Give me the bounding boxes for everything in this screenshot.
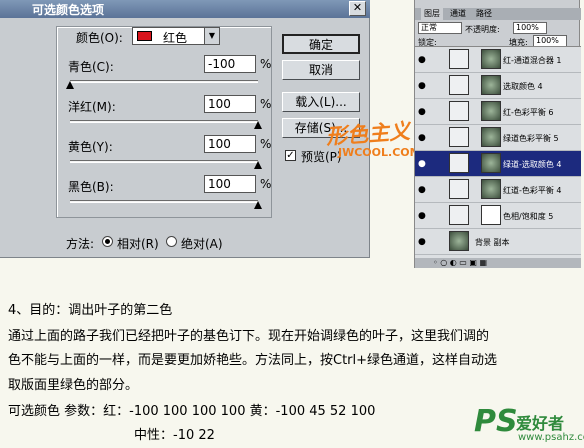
layer-mask-thumbnail (481, 75, 501, 95)
red-swatch (137, 31, 152, 41)
neutral-line: 中性：-10 22 (134, 428, 215, 443)
layer-name: 色相/饱和度 5 (503, 212, 554, 221)
preview-label: 预览(P) (301, 150, 342, 164)
paragraph-line: 色不能与上面的一样，而是要更加娇艳些。方法同上，按Ctrl+绿色通道，这样自动选 (8, 353, 498, 368)
opacity-input[interactable]: 100% (513, 22, 547, 34)
paragraph-line: 通过上面的路子我们已经把叶子的基色订下。现在开始调绿色的叶子，这里我们调的 (8, 329, 490, 344)
black-unit: % (260, 177, 272, 191)
layers-panel: 图层 通道 路径 正常 不透明度: 100% 锁定: 填充: 100% ● 红-通… (414, 0, 581, 268)
yellow-unit: % (260, 137, 272, 151)
magenta-slider-thumb[interactable] (254, 121, 262, 129)
load-button[interactable]: 载入(L)... (282, 92, 360, 112)
yellow-slider[interactable] (70, 160, 258, 163)
tab-paths[interactable]: 路径 (473, 8, 495, 20)
layer-name: 背景 副本 (475, 238, 510, 247)
layer-row[interactable]: ● 绿道色彩平衡 5 (415, 125, 581, 151)
colors-value: 红色 (163, 31, 188, 45)
eye-icon[interactable]: ● (418, 185, 426, 195)
adjustment-icon (449, 205, 469, 225)
black-slider[interactable] (70, 200, 258, 203)
absolute-label: 绝对(A) (181, 237, 223, 251)
layer-row[interactable]: ● 红-通道混合器 1 (415, 47, 581, 73)
adjustment-icon (449, 153, 469, 173)
layer-thumbnail (449, 231, 469, 251)
eye-icon[interactable]: ● (418, 133, 426, 143)
colors-label: 颜色(O): (76, 31, 123, 45)
absolute-radio[interactable] (166, 236, 177, 247)
layer-row[interactable]: ● 红-色彩平衡 6 (415, 99, 581, 125)
cyan-unit: % (260, 57, 272, 71)
colors-dropdown[interactable]: 红色 ▼ (132, 27, 220, 45)
black-label: 黑色(B): (68, 180, 114, 194)
panel-footer-icons[interactable]: ◦ ○ ◐ ▭ ▣ ▦ (415, 258, 581, 268)
layer-row[interactable]: ● 背景 副本 (415, 229, 581, 255)
adjustment-icon (449, 127, 469, 147)
site-url: www.psahz.com (518, 432, 584, 443)
layer-mask-thumbnail (481, 101, 501, 121)
adjustment-icon (449, 101, 469, 121)
site-logo-text: 爱好者 (516, 414, 565, 433)
dialog-title: 可选颜色选项 (32, 3, 105, 17)
layer-mask-thumbnail (481, 127, 501, 147)
magenta-input[interactable]: 100 (204, 95, 256, 113)
ok-button[interactable]: 确定 (282, 34, 360, 54)
layer-name: 红道-色彩平衡 4 (503, 186, 562, 195)
cyan-slider[interactable] (70, 80, 258, 83)
layer-name: 红-通道混合器 1 (503, 56, 562, 65)
method-label: 方法: (66, 237, 95, 251)
layer-name: 绿道色彩平衡 5 (503, 134, 559, 143)
layer-mask-thumbnail (481, 179, 501, 199)
blend-mode-select[interactable]: 正常 (418, 22, 462, 34)
chevron-down-icon[interactable]: ▼ (204, 28, 219, 44)
cyan-label: 青色(C): (68, 60, 114, 74)
yellow-input[interactable]: 100 (204, 135, 256, 153)
eye-icon[interactable]: ● (418, 55, 426, 65)
magenta-unit: % (260, 97, 272, 111)
dialog-titlebar[interactable]: 可选颜色选项 ✕ (0, 0, 370, 18)
watermark-url: JWCOOL.COM (338, 146, 421, 159)
yellow-slider-thumb[interactable] (254, 161, 262, 169)
yellow-label: 黄色(Y): (68, 140, 113, 154)
adjustment-icon (449, 75, 469, 95)
site-logo: PS (474, 404, 518, 439)
layer-row-selected[interactable]: ● 绿道-选取颜色 4 (415, 151, 581, 177)
panel-tabs: 图层 通道 路径 (415, 8, 581, 20)
eye-icon[interactable]: ● (418, 81, 426, 91)
magenta-slider[interactable] (70, 120, 258, 123)
eye-icon[interactable]: ● (418, 107, 426, 117)
layer-name: 绿道-选取颜色 4 (503, 160, 562, 169)
layer-name: 红-色彩平衡 6 (503, 108, 554, 117)
adjustment-icon (449, 179, 469, 199)
layer-row[interactable]: ● 色相/饱和度 5 (415, 203, 581, 229)
tab-layers[interactable]: 图层 (421, 8, 443, 20)
params-line: 可选颜色 参数：红：-100 100 100 100 黄：-100 45 52 … (8, 404, 376, 419)
layer-mask-thumbnail (481, 49, 501, 69)
paragraph-line: 取版面里绿色的部分。 (8, 378, 139, 393)
cyan-input[interactable]: -100 (204, 55, 256, 73)
layer-row[interactable]: ● 选取颜色 4 (415, 73, 581, 99)
cyan-slider-thumb[interactable] (66, 81, 74, 89)
preview-checkbox[interactable]: ✓ (285, 150, 296, 161)
black-input[interactable]: 100 (204, 175, 256, 193)
opacity-label: 不透明度: (465, 25, 500, 34)
section-heading: 4、目的：调出叶子的第二色 (8, 303, 173, 318)
adjustment-icon (449, 49, 469, 69)
layer-name: 选取颜色 4 (503, 82, 543, 91)
eye-icon[interactable]: ● (418, 237, 426, 247)
layer-mask-thumbnail (481, 205, 501, 225)
cancel-button[interactable]: 取消 (282, 60, 360, 80)
magenta-label: 洋红(M): (68, 100, 116, 114)
eye-icon[interactable]: ● (418, 159, 426, 169)
relative-label: 相对(R) (117, 237, 159, 251)
layers-list: ● 红-通道混合器 1 ● 选取颜色 4 ● 红-色彩平衡 6 ● 绿道色彩平衡 5 ●… (415, 46, 581, 259)
layer-mask-thumbnail (481, 153, 501, 173)
eye-icon[interactable]: ● (418, 211, 426, 221)
relative-radio[interactable] (102, 236, 113, 247)
layer-row[interactable]: ● 红道-色彩平衡 4 (415, 177, 581, 203)
selective-color-dialog: 可选颜色选项 ✕ 颜色(O): 红色 ▼ 青色(C): -100 % 洋红(M)… (0, 0, 370, 258)
close-icon[interactable]: ✕ (349, 1, 366, 16)
black-slider-thumb[interactable] (254, 201, 262, 209)
tab-channels[interactable]: 通道 (447, 8, 469, 20)
